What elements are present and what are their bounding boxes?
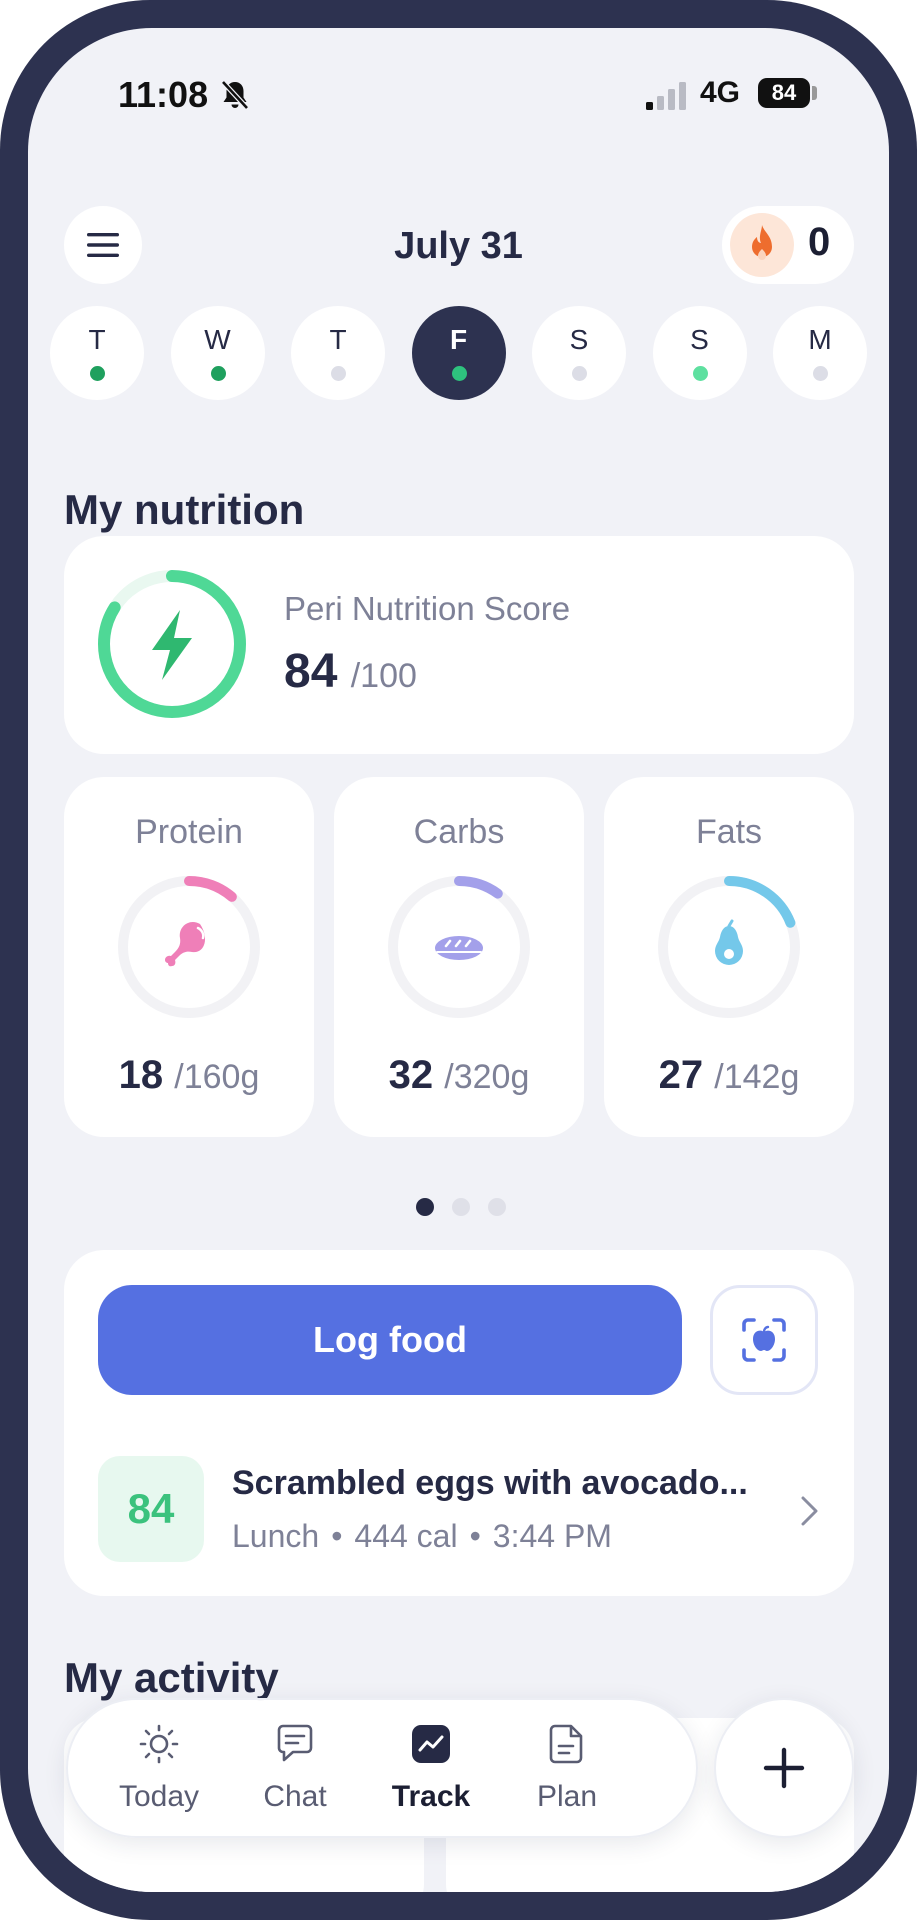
- tab-label: Plan: [536, 1780, 598, 1813]
- macro-value: 32 /320g: [334, 1053, 584, 1098]
- meal-name: Scrambled eggs with avocado...: [232, 1464, 748, 1502]
- day-2[interactable]: T: [291, 306, 385, 400]
- day-letter: S: [690, 324, 709, 355]
- day-letter: W: [204, 324, 231, 355]
- day-5[interactable]: S: [652, 306, 747, 400]
- score-value: 84 /100: [284, 644, 417, 699]
- app-screen: 11:08 4G 84 July 31 0 T W T F S S M My n…: [28, 28, 889, 1892]
- macro-label: Fats: [695, 813, 763, 851]
- battery-tip: [812, 86, 817, 100]
- carbs-amount: 32: [388, 1053, 434, 1097]
- battery-level: 84: [771, 80, 797, 105]
- signal-icon: [646, 82, 686, 110]
- day-status-dot: [692, 366, 708, 381]
- macro-card-protein[interactable]: Protein 18 /160g: [64, 777, 314, 1137]
- macro-card-fats[interactable]: Fats 27 /142g: [604, 777, 854, 1137]
- tab-label: Chat: [263, 1780, 327, 1813]
- streak-count: 0: [808, 220, 831, 264]
- meal-meta: Lunch • 444 cal • 3:44 PM: [232, 1518, 612, 1555]
- score-label: Peri Nutrition Score: [284, 590, 571, 627]
- chart-icon: [412, 1725, 450, 1763]
- macro-value: 18 /160g: [64, 1053, 314, 1098]
- macro-card-carbs[interactable]: Carbs 32 /320g: [334, 777, 584, 1137]
- pager-dot[interactable]: [452, 1198, 470, 1216]
- drumstick-icon: [165, 921, 206, 967]
- streak-button[interactable]: 0: [722, 206, 854, 284]
- scan-food-button[interactable]: [710, 1285, 818, 1395]
- bell-slash-icon: [221, 80, 249, 110]
- document-icon: [549, 1724, 583, 1764]
- bottom-tab-bar: Today Chat Track Plan: [66, 1698, 698, 1838]
- avocado-icon: [715, 919, 743, 965]
- day-0[interactable]: T: [50, 306, 144, 400]
- tab-track[interactable]: Track: [366, 1722, 496, 1822]
- score-max: /100: [350, 657, 417, 695]
- day-letter: T: [329, 324, 347, 355]
- day-status-dot: [90, 366, 105, 381]
- protein-ring: [118, 876, 260, 1018]
- tab-plan[interactable]: Plan: [502, 1722, 632, 1822]
- day-6[interactable]: M: [773, 306, 867, 400]
- food-log-card: Log food 84 Scrambled eggs with avocado.…: [64, 1250, 854, 1596]
- day-letter: M: [808, 324, 832, 355]
- score-number: 84: [284, 645, 338, 698]
- fats-target: /142g: [714, 1058, 800, 1096]
- day-1[interactable]: W: [170, 306, 265, 400]
- chevron-right-icon: [801, 1496, 818, 1526]
- day-status-dot: [572, 366, 587, 381]
- fats-ring: [658, 876, 800, 1018]
- day-status-dot: [813, 366, 828, 381]
- fats-amount: 27: [658, 1053, 704, 1097]
- chat-icon: [277, 1724, 313, 1762]
- bread-icon: [435, 936, 483, 960]
- meta-separator: •: [469, 1518, 481, 1554]
- status-time: 11:08: [118, 74, 209, 115]
- phone-frame: 11:08 4G 84 July 31 0 T W T F S S M My n…: [0, 0, 917, 1920]
- day-letter: S: [569, 324, 589, 355]
- week-day-selector: TWTFSSM: [50, 306, 870, 400]
- pager-dot[interactable]: [416, 1198, 434, 1216]
- meal-score-badge: 84: [98, 1456, 204, 1562]
- day-letter: T: [88, 324, 106, 355]
- macro-label: Protein: [135, 813, 243, 851]
- carbs-ring: [388, 876, 530, 1018]
- meal-time: 3:44 PM: [492, 1518, 612, 1554]
- day-3[interactable]: F: [411, 306, 506, 400]
- day-status-dot: [451, 366, 467, 381]
- carbs-target: /320g: [444, 1058, 530, 1096]
- meal-type: Lunch: [232, 1518, 320, 1554]
- tab-label: Track: [391, 1780, 471, 1813]
- log-food-button[interactable]: Log food: [98, 1285, 682, 1395]
- macro-label: Carbs: [413, 813, 505, 851]
- flame-badge: [730, 213, 794, 277]
- flame-icon: [752, 225, 772, 260]
- carousel-pager: [416, 1198, 506, 1216]
- network-type: 4G: [700, 76, 741, 109]
- tab-today[interactable]: Today: [94, 1722, 224, 1822]
- score-ring: [98, 570, 246, 718]
- nutrition-score-card[interactable]: Peri Nutrition Score 84 /100: [64, 536, 854, 754]
- pager-dot[interactable]: [488, 1198, 506, 1216]
- day-status-dot: [331, 366, 346, 381]
- meta-separator: •: [331, 1518, 343, 1554]
- macro-value: 27 /142g: [604, 1053, 854, 1098]
- protein-amount: 18: [118, 1053, 164, 1097]
- protein-target: /160g: [174, 1058, 260, 1096]
- camera-scan-icon: [742, 1318, 786, 1362]
- meal-entry[interactable]: 84 Scrambled eggs with avocado... Lunch •…: [98, 1456, 828, 1564]
- tab-label: Today: [118, 1780, 200, 1813]
- nutrition-section-title: My nutrition: [64, 486, 305, 533]
- add-button[interactable]: [714, 1698, 854, 1838]
- meal-calories: 444 cal: [354, 1518, 458, 1554]
- sun-icon: [139, 1724, 179, 1764]
- plus-icon: [763, 1747, 805, 1789]
- tab-chat[interactable]: Chat: [230, 1722, 360, 1822]
- day-letter: F: [449, 324, 468, 355]
- day-4[interactable]: S: [532, 306, 626, 400]
- day-status-dot: [210, 366, 226, 381]
- activity-section-title: My activity: [64, 1654, 279, 1701]
- status-bar: 11:08 4G 84: [28, 28, 889, 158]
- battery-icon: 84: [758, 78, 810, 108]
- lightning-icon: [152, 610, 192, 680]
